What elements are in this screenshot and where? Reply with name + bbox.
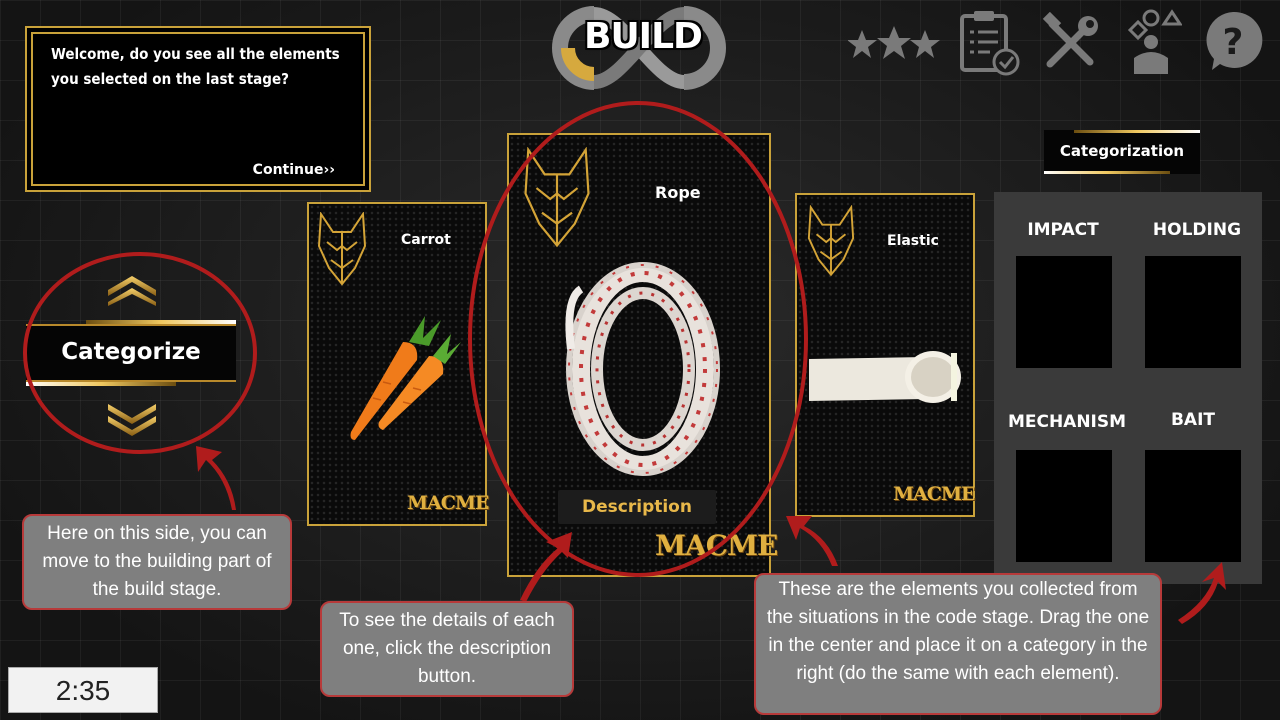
rope-image — [565, 262, 720, 476]
tooltip-description: To see the details of each one, click th… — [320, 601, 574, 697]
categorize-label: Categorize — [61, 339, 201, 365]
wolf-logo-icon — [524, 147, 590, 248]
element-card-elastic[interactable]: Elastic MACME — [795, 193, 975, 517]
tooltip-drag-elements: These are the elements you collected fro… — [754, 573, 1162, 715]
dialog-text: Welcome, do you see all the elements you… — [51, 45, 340, 88]
card-title: Elastic — [887, 233, 939, 249]
timer: 2:35 — [8, 667, 158, 713]
tooltip-categorize: Here on this side, you can move to the b… — [22, 514, 292, 610]
categorization-header: Categorization — [1044, 130, 1200, 174]
card-brand: MACME — [893, 483, 975, 505]
chevron-up-icon[interactable] — [104, 272, 160, 306]
category-label-bait: BAIT — [1170, 410, 1216, 430]
welcome-dialog: Welcome, do you see all the elements you… — [25, 26, 371, 192]
category-slot-bait[interactable] — [1145, 450, 1241, 562]
decor-bar — [86, 320, 236, 324]
category-label-mechanism: MECHANISM — [1007, 412, 1127, 432]
category-slot-holding[interactable] — [1145, 256, 1241, 368]
category-slot-impact[interactable] — [1016, 256, 1112, 368]
checklist-icon[interactable] — [956, 8, 1024, 76]
category-slot-mechanism[interactable] — [1016, 450, 1112, 562]
carrot-image — [350, 316, 461, 440]
logo-text: BUILD — [584, 16, 703, 57]
category-label-impact: IMPACT — [1027, 220, 1099, 240]
categorization-panel: IMPACT HOLDING MECHANISM BAIT — [994, 192, 1262, 584]
wolf-logo-icon — [317, 212, 367, 286]
wolf-logo-icon — [807, 205, 855, 277]
decor-bar — [26, 382, 176, 386]
card-brand: MACME — [407, 492, 489, 514]
categorization-title: Categorization — [1059, 142, 1185, 160]
elastic-image — [809, 351, 961, 403]
help-icon[interactable]: ? — [1202, 10, 1264, 72]
card-title: Carrot — [401, 232, 451, 248]
decor-bar — [1074, 130, 1200, 133]
card-brand: MACME — [655, 529, 778, 562]
chevron-down-icon[interactable] — [104, 402, 160, 438]
description-button[interactable]: Description — [558, 490, 716, 524]
svg-text:?: ? — [1223, 22, 1244, 63]
continue-button[interactable]: Continue›› — [253, 162, 335, 178]
stars-icon[interactable] — [848, 22, 940, 64]
tools-icon[interactable] — [1040, 12, 1102, 74]
card-title: Rope — [655, 183, 701, 202]
categories-person-icon[interactable] — [1120, 8, 1182, 74]
categorize-button[interactable]: Categorize — [26, 320, 236, 386]
category-label-holding: HOLDING — [1152, 220, 1242, 240]
element-card-carrot[interactable]: Carrot MACME — [307, 202, 489, 526]
decor-bar — [1044, 171, 1170, 174]
